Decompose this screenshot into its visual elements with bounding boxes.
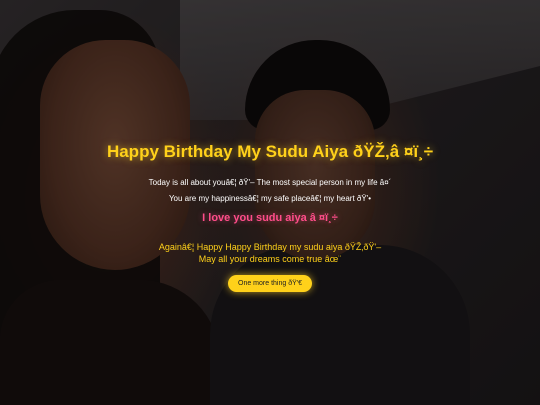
page-title: Happy Birthday My Sudu Aiya ðŸŽ‚â ¤ï¸÷ [106,142,434,161]
message-line-2: You are my happinessâ€¦ my safe placeâ€¦… [168,194,372,203]
love-message: I love you sudu aiya â ¤ï¸÷ [202,212,338,224]
birthday-card: Happy Birthday My Sudu Aiya ðŸŽ‚â ¤ï¸÷ T… [0,0,540,405]
again-message: Againâ€¦ Happy Happy Birthday my sudu ai… [158,242,382,264]
message-line-1: Today is all about youâ€¦ ðŸ'– The most … [148,178,392,187]
one-more-thing-button[interactable]: One more thing ðŸ'€ [228,275,312,292]
